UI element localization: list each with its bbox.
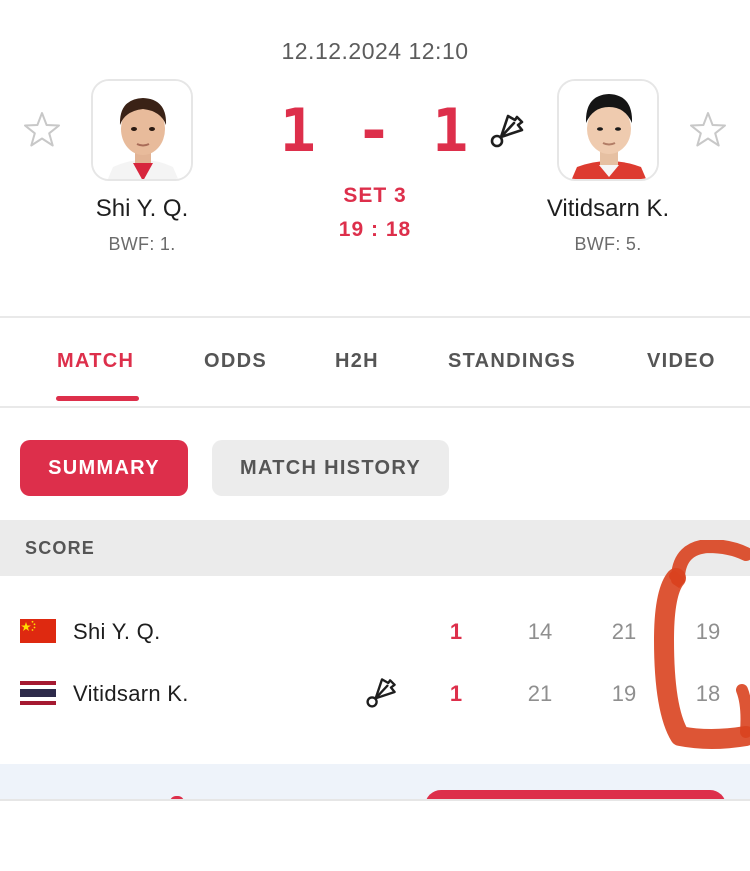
match-header: 12.12.2024 12:10 Shi Y. Q. BWF: 1. 1 - 1…	[0, 0, 750, 318]
favorite-star-icon-away[interactable]	[688, 110, 728, 150]
score-row-away: Vitidsarn K. 1 21 19 18	[0, 668, 750, 718]
serving-shuttlecock-icon	[366, 678, 396, 708]
home-player-avatar[interactable]	[91, 79, 193, 181]
home-set3-score: 19	[695, 619, 721, 644]
tab-match[interactable]: MATCH	[57, 350, 134, 373]
tabs-divider	[0, 406, 750, 408]
current-set-label: SET 3	[343, 184, 407, 207]
shuttlecock-icon	[490, 114, 524, 148]
home-sets-won: 1	[449, 619, 463, 644]
away-set3-score: 18	[695, 681, 721, 706]
bottom-divider	[0, 799, 750, 801]
away-player-avatar[interactable]	[557, 79, 659, 181]
favorite-star-icon-home[interactable]	[22, 110, 62, 150]
thailand-flag-icon	[20, 681, 56, 705]
score-section-header: SCORE	[0, 520, 750, 576]
bottom-promo-bar	[0, 764, 750, 800]
tab-standings[interactable]: STANDINGS	[448, 350, 576, 373]
home-player-rank: BWF: 1.	[108, 234, 176, 254]
away-sets-won: 1	[449, 681, 463, 706]
match-datetime: 12.12.2024 12:10	[281, 38, 469, 64]
score-header-label: SCORE	[25, 538, 96, 558]
score-row-home: Shi Y. Q. 1 14 21 19	[0, 606, 750, 656]
home-player-photo	[93, 81, 191, 179]
main-tabs: MATCH ODDS H2H STANDINGS VIDEO	[0, 318, 750, 406]
away-player-photo	[559, 81, 657, 179]
current-set-score: 19 : 18	[338, 218, 412, 241]
tab-video[interactable]: VIDEO	[647, 350, 716, 373]
active-tab-indicator	[56, 396, 139, 401]
score-row-home-name[interactable]: Shi Y. Q.	[73, 619, 161, 645]
score-row-away-name[interactable]: Vitidsarn K.	[73, 681, 189, 707]
home-player-name[interactable]: Shi Y. Q.	[27, 195, 257, 223]
away-player-name[interactable]: Vitidsarn K.	[493, 195, 723, 223]
tab-h2h[interactable]: H2H	[335, 350, 379, 373]
away-player-rank: BWF: 5.	[574, 234, 642, 254]
home-set2-score: 21	[611, 619, 637, 644]
summary-button[interactable]: SUMMARY	[20, 440, 188, 496]
tab-odds[interactable]: ODDS	[204, 350, 267, 373]
home-set1-score: 14	[527, 619, 553, 644]
china-flag-icon	[20, 619, 56, 643]
match-score: 1 - 1	[279, 96, 471, 166]
away-set1-score: 21	[527, 681, 553, 706]
away-set2-score: 19	[611, 681, 637, 706]
match-history-button[interactable]: MATCH HISTORY	[212, 440, 449, 496]
